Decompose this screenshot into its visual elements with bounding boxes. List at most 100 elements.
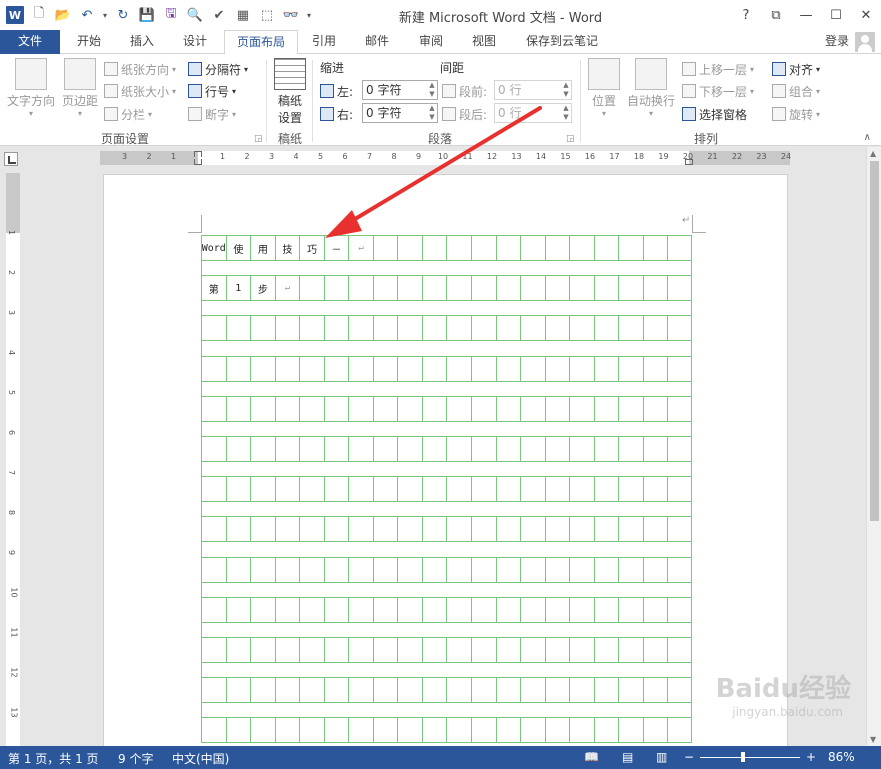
orientation-button[interactable]: 纸张方向 ▾ bbox=[104, 59, 176, 79]
collapse-ribbon-icon[interactable]: ∧ bbox=[864, 132, 871, 143]
rotate-button[interactable]: 旋转 ▾ bbox=[772, 104, 820, 124]
page[interactable]: ↵ Word 使用技巧－ ↵ 第 1 步 ↵ bbox=[103, 174, 788, 746]
zoom-out-button[interactable]: − bbox=[684, 750, 694, 764]
scroll-thumb[interactable] bbox=[870, 161, 879, 521]
word-count[interactable]: 9 个字 bbox=[118, 750, 153, 767]
ribbon-display-options-icon[interactable]: ⧉ bbox=[761, 0, 791, 30]
tab-references[interactable]: 引用 bbox=[300, 30, 348, 54]
spacing-before-input[interactable]: 0 行 ▲ ▼ bbox=[494, 80, 572, 100]
find-icon[interactable]: 👓 bbox=[280, 4, 302, 26]
signin-link[interactable]: 登录 bbox=[825, 30, 849, 52]
selection-pane-button[interactable]: 选择窗格 bbox=[682, 104, 747, 124]
read-mode-icon[interactable]: 📖 bbox=[584, 750, 599, 764]
spelling-check-icon[interactable]: ✔ bbox=[208, 4, 230, 26]
tab-review[interactable]: 审阅 bbox=[406, 30, 456, 54]
print-layout-icon[interactable]: ▤ bbox=[622, 750, 633, 764]
hyphenation-button[interactable]: 断字 ▾ bbox=[188, 104, 236, 124]
group-divider bbox=[312, 60, 313, 142]
undo-icon[interactable]: ↶ bbox=[76, 4, 98, 26]
help-button[interactable]: ? bbox=[731, 0, 761, 30]
ruler-number: 12 bbox=[9, 667, 19, 678]
status-bar: 第 1 页，共 1 页 9 个字 中文(中国) 📖 ▤ ▥ − + 86% bbox=[0, 746, 881, 769]
zoom-slider-knob[interactable] bbox=[741, 752, 745, 762]
save-icon[interactable]: 💾 bbox=[136, 4, 158, 26]
bring-forward-button[interactable]: 上移一层 ▾ bbox=[682, 59, 754, 79]
position-button[interactable]: 位置 ▾ bbox=[588, 58, 620, 118]
zoom-level[interactable]: 86% bbox=[828, 750, 855, 764]
send-backward-button[interactable]: 下移一层 ▾ bbox=[682, 81, 754, 101]
ribbon-tabs: 文件 开始 插入 设计 页面布局 引用 邮件 审阅 视图 保存到云笔记 登录 bbox=[0, 30, 881, 55]
spinner-arrows-icon[interactable]: ▲ ▼ bbox=[561, 104, 571, 122]
ruler-number: 1 bbox=[170, 152, 177, 161]
new-document-icon[interactable]: 🗋 bbox=[28, 4, 50, 26]
left-indent-marker[interactable] bbox=[194, 159, 202, 165]
columns-button[interactable]: 分栏 ▾ bbox=[104, 104, 152, 124]
baidu-watermark-logo: Baidu经验 jingyan.baidu.com bbox=[715, 674, 851, 719]
bring-forward-icon bbox=[682, 62, 696, 76]
open-folder-icon[interactable]: 📂 bbox=[52, 4, 74, 26]
tab-home[interactable]: 开始 bbox=[64, 30, 114, 54]
draw-table-icon[interactable]: ⬚ bbox=[256, 4, 278, 26]
spinner-arrows-icon[interactable]: ▲ ▼ bbox=[561, 81, 571, 99]
language-status[interactable]: 中文(中国) bbox=[172, 750, 229, 767]
margins-button[interactable]: 页边距 ▾ bbox=[60, 58, 100, 118]
wrap-text-button[interactable]: 自动换行 ▾ bbox=[625, 58, 677, 118]
line-numbers-button[interactable]: 行号 ▾ bbox=[188, 81, 236, 101]
spinner-arrows-icon[interactable]: ▲ ▼ bbox=[427, 81, 437, 99]
scroll-down-icon[interactable]: ▼ bbox=[870, 735, 876, 744]
undo-dropdown-icon[interactable]: ▾ bbox=[100, 4, 110, 26]
margin-corner-mark bbox=[692, 215, 706, 233]
print-preview-icon[interactable]: 🔍 bbox=[184, 4, 206, 26]
ruler-number: 19 bbox=[658, 152, 669, 161]
page-count[interactable]: 第 1 页，共 1 页 bbox=[8, 750, 99, 767]
scroll-up-icon[interactable]: ▲ bbox=[870, 149, 876, 158]
tab-selector-icon[interactable] bbox=[4, 152, 18, 166]
indent-left-input[interactable]: 0 字符 ▲ ▼ bbox=[362, 80, 438, 100]
right-indent-marker[interactable] bbox=[685, 159, 693, 165]
web-layout-icon[interactable]: ▥ bbox=[656, 750, 667, 764]
breaks-icon bbox=[188, 62, 202, 76]
first-line-indent-marker[interactable] bbox=[194, 151, 202, 157]
tab-insert[interactable]: 插入 bbox=[116, 30, 168, 54]
align-button[interactable]: 对齐 ▾ bbox=[772, 59, 820, 79]
spacing-after-input[interactable]: 0 行 ▲ ▼ bbox=[494, 103, 572, 123]
avatar[interactable] bbox=[855, 32, 875, 52]
save-as-icon[interactable]: 🖫 bbox=[160, 4, 182, 26]
page-setup-dialog-launcher-icon[interactable]: ◲ bbox=[254, 134, 263, 144]
spinner-arrows-icon[interactable]: ▲ ▼ bbox=[427, 104, 437, 122]
tab-page-layout[interactable]: 页面布局 bbox=[224, 30, 298, 55]
size-button[interactable]: 纸张大小 ▾ bbox=[104, 81, 176, 101]
minimize-icon[interactable]: — bbox=[791, 0, 821, 30]
tab-save-cloud-note[interactable]: 保存到云笔记 bbox=[514, 30, 610, 54]
align-icon bbox=[772, 62, 786, 76]
horizontal-ruler[interactable]: 3 2 1 1 2 3 4 5 6 7 8 9 10 11 12 13 14 15 16 17 18 19 20 21 22 23… bbox=[100, 151, 791, 165]
text-direction-button[interactable]: 文字方向 ▾ bbox=[6, 58, 56, 118]
word-app-icon[interactable]: W bbox=[4, 4, 26, 26]
group-button[interactable]: 组合 ▾ bbox=[772, 81, 820, 101]
vertical-ruler[interactable]: 1 2 3 4 5 6 7 8 9 10 11 12 13 bbox=[6, 173, 20, 746]
paragraph-dialog-launcher-icon[interactable]: ◲ bbox=[566, 134, 575, 144]
group-label-arrange: 排列 bbox=[693, 132, 718, 146]
tab-design[interactable]: 设计 bbox=[170, 30, 220, 54]
ruler-number: 11 bbox=[462, 152, 473, 161]
vertical-scrollbar[interactable]: ▲ ▼ bbox=[866, 147, 881, 746]
ruler-number: 13 bbox=[511, 152, 522, 161]
customize-qat-icon[interactable]: ▾ bbox=[304, 4, 314, 26]
indent-right-label: 右: bbox=[320, 104, 353, 124]
redo-icon[interactable]: ↻ bbox=[112, 4, 134, 26]
rotate-icon bbox=[772, 107, 786, 121]
tab-view[interactable]: 视图 bbox=[458, 30, 510, 54]
close-icon[interactable]: ✕ bbox=[851, 0, 881, 30]
maximize-icon[interactable]: ☐ bbox=[821, 0, 851, 30]
indent-right-input[interactable]: 0 字符 ▲ ▼ bbox=[362, 103, 438, 123]
zoom-in-button[interactable]: + bbox=[806, 750, 816, 764]
tab-mailings[interactable]: 邮件 bbox=[352, 30, 402, 54]
breaks-button[interactable]: 分隔符 ▾ bbox=[188, 59, 248, 79]
zoom-slider[interactable] bbox=[700, 757, 800, 758]
table-icon[interactable]: ▦ bbox=[232, 4, 254, 26]
ruler-number: 9 bbox=[7, 549, 17, 556]
manuscript-settings-button[interactable]: 稿纸 设置 bbox=[272, 58, 308, 126]
group-label-paragraph: 段落 bbox=[427, 132, 452, 146]
tab-file[interactable]: 文件 bbox=[0, 30, 60, 54]
ruler-number: 14 bbox=[535, 152, 547, 161]
